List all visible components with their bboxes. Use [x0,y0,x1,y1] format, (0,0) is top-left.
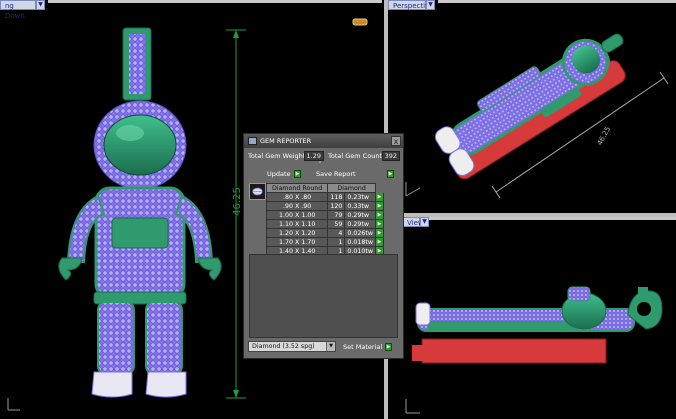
select-row-button[interactable]: ▶ [375,228,384,238]
total-gem-count-value: 392 [382,151,400,161]
collapse-icon[interactable]: ⌃ [318,162,324,167]
set-material-button[interactable]: ▶ [385,343,392,351]
total-gem-count-label: Total Gem Count [328,152,382,160]
gem-reporter-icon [248,137,257,145]
table-row[interactable]: 1.70 X 1.70 1 0.018tw ▶ [265,237,384,247]
gem-list-empty-area [249,254,398,338]
perspective-pendant-model [405,33,669,199]
diamond-icon [252,187,263,196]
column-header-material: Diamond [327,183,376,193]
close-button[interactable]: x [391,136,401,146]
table-row[interactable]: 1.10 X 1.10 59 0.29tw ▶ [265,219,384,229]
table-row[interactable]: .90 X .90 120 0.33tw ▶ [265,201,384,211]
side-viewport[interactable]: View ▼ [388,217,676,419]
select-row-button[interactable]: ▶ [375,201,384,211]
table-row[interactable]: .80 X .80 118 0.23tw ▶ [265,192,384,202]
table-row[interactable]: 1.00 X 1.00 79 0.29tw ▶ [265,210,384,220]
column-header-shape: Diamond Round [265,183,329,193]
save-report-label: Save Report [316,170,356,178]
chevron-down-icon[interactable]: ▼ [326,342,335,351]
update-button[interactable]: ▶ [294,170,301,178]
material-select-value: Diamond (3.52 spg) [252,343,315,350]
gem-reporter-title-bar[interactable]: GEM REPORTER x [244,134,403,148]
total-gem-weight-label: Total Gem Weight [248,152,306,160]
chest-panel [111,217,169,249]
helmet-visor [103,114,177,176]
bail-gems [129,34,145,94]
side-pendant-model [405,286,663,414]
material-select[interactable]: Diamond (3.52 spg) ▼ [248,341,336,352]
total-gem-weight-value: 1.29 [304,151,324,161]
gem-reporter-title: GEM REPORTER [260,137,312,145]
table-row[interactable]: 1.20 X 1.20 4 0.026tw ▶ [265,228,384,238]
save-report-button[interactable]: ▶ [387,170,394,178]
gem-thumbnail[interactable] [249,183,266,200]
select-row-button[interactable]: ▶ [375,192,384,202]
set-material-label: Set Material [343,343,383,351]
select-row-button[interactable]: ▶ [375,210,384,220]
gem-table: Diamond Round Diamond .80 X .80 118 0.23… [265,183,384,256]
update-label: Update [267,170,291,178]
height-dimension-label: 46.25 [231,187,243,216]
select-row-button[interactable]: ▶ [375,219,384,229]
select-row-button[interactable]: ▶ [375,237,384,247]
perspective-viewport[interactable]: Perspective ▼ 46.25 [388,0,676,213]
